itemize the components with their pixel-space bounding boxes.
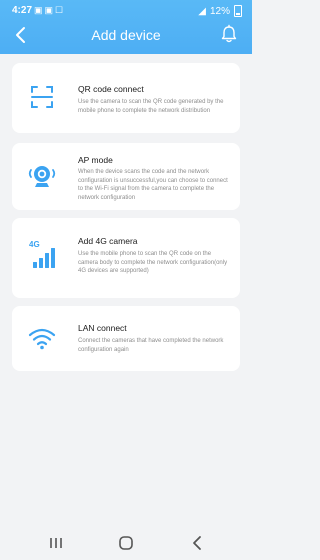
notification-icons: ▣▣☐ xyxy=(34,5,66,15)
option-title: AP mode xyxy=(78,155,113,165)
qr-scan-icon xyxy=(31,86,53,108)
option-title: LAN connect xyxy=(78,323,127,333)
battery-percent: 12% xyxy=(209,5,230,17)
back-button[interactable] xyxy=(190,534,206,552)
option-description: Use the camera to scan the QR code gener… xyxy=(78,99,224,114)
option-description: Connect the cameras that have completed … xyxy=(78,338,224,353)
webcam-icon xyxy=(28,166,56,187)
option-add-4g-camera[interactable]: 4G Add 4G camera Use the mobile phone to… xyxy=(12,218,240,298)
4g-signal-icon: 4G xyxy=(26,240,58,272)
app-header: 4:27 ▣▣☐ ◢ 12% Add device xyxy=(0,0,252,54)
recent-apps-button[interactable] xyxy=(48,534,64,552)
system-status-icons: ◢ 12% xyxy=(198,5,242,17)
wifi-icon xyxy=(28,328,56,350)
battery-icon xyxy=(234,5,242,17)
page-title: Add device xyxy=(91,27,161,43)
option-lan-connect[interactable]: LAN connect Connect the cameras that hav… xyxy=(12,306,240,371)
option-ap-mode[interactable]: AP mode When the device scans the code a… xyxy=(12,143,240,210)
option-qr-code-connect[interactable]: QR code connect Use the camera to scan t… xyxy=(12,63,240,133)
option-title: Add 4G camera xyxy=(78,236,138,246)
bell-icon[interactable] xyxy=(220,24,238,44)
status-time: 4:27 xyxy=(12,5,33,16)
signal-icon: ◢ xyxy=(198,5,206,17)
system-nav-bar xyxy=(0,526,252,560)
status-bar: 4:27 ▣▣☐ ◢ 12% xyxy=(0,0,252,20)
option-title: QR code connect xyxy=(78,84,144,94)
option-description: Use the mobile phone to scan the QR code… xyxy=(78,251,228,275)
home-button[interactable] xyxy=(118,534,134,552)
option-description: When the device scans the code and the n… xyxy=(78,169,228,201)
